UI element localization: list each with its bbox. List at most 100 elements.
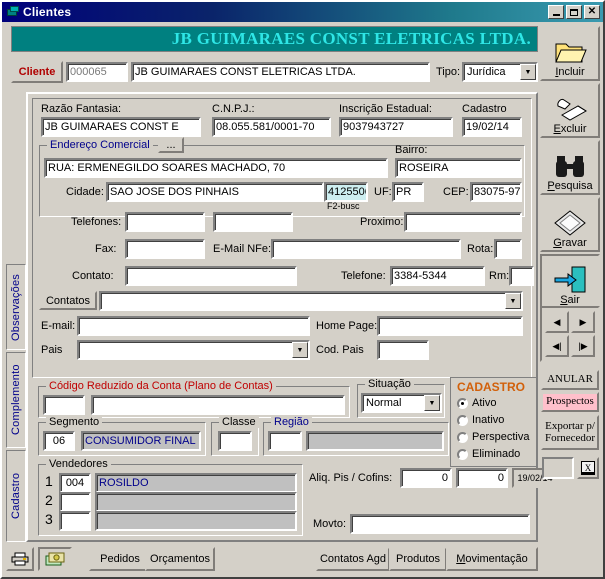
exportar-fornecedor-button[interactable]: Exportar p/ Fornecedor (541, 415, 599, 450)
uf-field[interactable]: PR (392, 182, 424, 202)
financeiro-button[interactable] (38, 547, 72, 571)
excel-export-button[interactable]: X (577, 457, 599, 479)
tipo-select[interactable]: Jurídica ▼ (462, 62, 538, 82)
produtos-button[interactable]: Produtos (389, 547, 447, 571)
cep-field[interactable]: 83075-970 (470, 182, 522, 202)
plano-contas-desc-field[interactable] (91, 395, 345, 415)
cadastro-panel: Razão Fantasia: JB GUIMARAES CONST E C.N… (26, 92, 558, 542)
telefone-2-field[interactable] (213, 212, 293, 232)
vendedores-group: Vendedores 1 004 ROSILDO 2 3 (38, 458, 303, 536)
cnpj-field[interactable]: 08.055.581/0001-70 (212, 117, 331, 137)
pedidos-button[interactable]: Pedidos (89, 547, 151, 571)
prospectos-button[interactable]: Prospectos (541, 392, 599, 412)
cadastro-data-field[interactable]: 19/02/14 (462, 117, 522, 137)
contatos-button[interactable]: Contatos (39, 291, 97, 310)
last-record-button[interactable]: |▶ (571, 335, 595, 357)
export-value-field[interactable] (542, 457, 574, 479)
chevron-down-icon[interactable]: ▼ (424, 395, 440, 411)
vendedor-row-1-number: 1 (45, 473, 53, 489)
radio-perspectiva-indicator (457, 431, 468, 443)
radio-ativo-indicator (457, 397, 468, 409)
gravar-button[interactable]: Gravar (540, 197, 600, 252)
tab-observacoes[interactable]: Observações (6, 264, 26, 350)
segmento-code-field[interactable]: 06 (43, 431, 75, 451)
cliente-button[interactable]: Cliente (11, 61, 63, 83)
sair-label: Sair (560, 294, 580, 306)
money-icon (45, 552, 65, 565)
home-page-field[interactable] (377, 316, 523, 336)
contatos-agd-button[interactable]: Contatos Agd (316, 547, 390, 571)
inscricao-estadual-field[interactable]: 9037943727 (339, 117, 453, 137)
movimentacao-button[interactable]: Movimentação (446, 547, 538, 571)
radio-perspectiva[interactable]: Perspectiva (457, 431, 529, 443)
ramal-label: Rm: (489, 270, 510, 282)
vendedor-row-3-number: 3 (45, 511, 53, 527)
radio-inativo-label: Inativo (472, 414, 505, 426)
incluir-button[interactable]: Incluir (540, 26, 600, 81)
situacao-label: Situação (365, 378, 414, 390)
maximize-button[interactable] (566, 5, 582, 19)
situacao-select[interactable]: Normal ▼ (361, 393, 442, 413)
client-name-field[interactable]: JB GUIMARAES CONST ELETRICAS LTDA. (131, 62, 430, 82)
vendedor-2-code-field[interactable] (59, 492, 91, 512)
email-nfe-field[interactable] (271, 239, 461, 259)
vendedores-label: Vendedores (46, 458, 111, 470)
contato-field[interactable] (125, 266, 297, 286)
razao-fantasia-field[interactable]: JB GUIMARAES CONST E (41, 117, 201, 137)
pais-label: Pais (41, 344, 63, 356)
radio-perspectiva-label: Perspectiva (472, 431, 530, 443)
cidade-field[interactable]: SAO JOSE DOS PINHAIS (106, 182, 324, 202)
proximo-field[interactable] (404, 212, 522, 232)
telefone-1-field[interactable] (125, 212, 205, 232)
vendedor-3-code-field[interactable] (59, 511, 91, 531)
chevron-down-icon[interactable]: ▼ (292, 342, 308, 358)
chevron-down-icon[interactable]: ▼ (505, 293, 521, 309)
close-button[interactable]: ✕ (584, 5, 600, 19)
orcamentos-button[interactable]: Orçamentos (145, 547, 215, 571)
first-record-button[interactable]: ◀| (545, 335, 569, 357)
movto-field[interactable] (350, 514, 530, 534)
endereco-field[interactable]: RUA: ERMENEGILDO SOARES MACHADO, 70 (44, 158, 388, 178)
ramal-field[interactable] (509, 266, 534, 286)
erase-hand-icon (557, 99, 587, 121)
movto-label: Movto: (313, 518, 347, 530)
vendedor-2-name-field (95, 492, 297, 512)
inscricao-estadual-label: Inscrição Estadual: (339, 103, 432, 115)
anular-button[interactable]: ANULAR (541, 370, 599, 390)
cep-label: CEP: (443, 186, 469, 198)
aliq-cofins-field[interactable]: 0 (456, 468, 508, 488)
email-field[interactable] (77, 316, 310, 336)
radio-eliminado[interactable]: Eliminado (457, 448, 520, 460)
tab-cadastro[interactable]: Cadastro (6, 450, 26, 542)
tab-complemento[interactable]: Complemento (6, 352, 26, 448)
proximo-label: Proximo: (360, 216, 404, 228)
minimize-button[interactable] (548, 5, 564, 19)
aliq-pis-field[interactable]: 0 (400, 468, 452, 488)
regiao-code-field[interactable] (268, 431, 302, 451)
telefone-field[interactable]: 3384-5344 (390, 266, 485, 286)
radio-ativo[interactable]: Ativo (457, 397, 496, 409)
endereco-browse-button[interactable]: ... (158, 137, 184, 153)
prev-record-button[interactable]: ◀ (545, 311, 569, 333)
contatos-select[interactable]: ▼ (99, 291, 523, 311)
next-record-button[interactable]: ▶ (571, 311, 595, 333)
plano-contas-code-field[interactable] (43, 395, 85, 415)
pais-select[interactable]: ▼ (77, 340, 310, 360)
radio-inativo[interactable]: Inativo (457, 414, 504, 426)
pesquisa-button[interactable]: Pesquisa (540, 140, 600, 195)
bairro-label: Bairro: (395, 144, 428, 156)
excluir-button[interactable]: Excluir (540, 83, 600, 138)
chevron-down-icon[interactable]: ▼ (520, 64, 536, 80)
fax-field[interactable] (125, 239, 205, 259)
client-code-field[interactable]: 000065 (66, 62, 128, 82)
email-label: E-mail: (41, 320, 76, 332)
rota-field[interactable] (494, 239, 522, 259)
sair-button[interactable]: Sair (540, 254, 600, 309)
classe-field[interactable] (218, 431, 252, 451)
vendedor-1-code-field[interactable]: 004 (59, 473, 91, 493)
cod-pais-field[interactable] (377, 340, 429, 360)
plano-contas-group: Código Reduzido da Conta (Plano de Conta… (38, 380, 350, 418)
bairro-field[interactable]: ROSEIRA (395, 158, 522, 178)
print-button[interactable] (6, 547, 34, 571)
ibge-code-field[interactable]: 4125506 (324, 182, 368, 202)
